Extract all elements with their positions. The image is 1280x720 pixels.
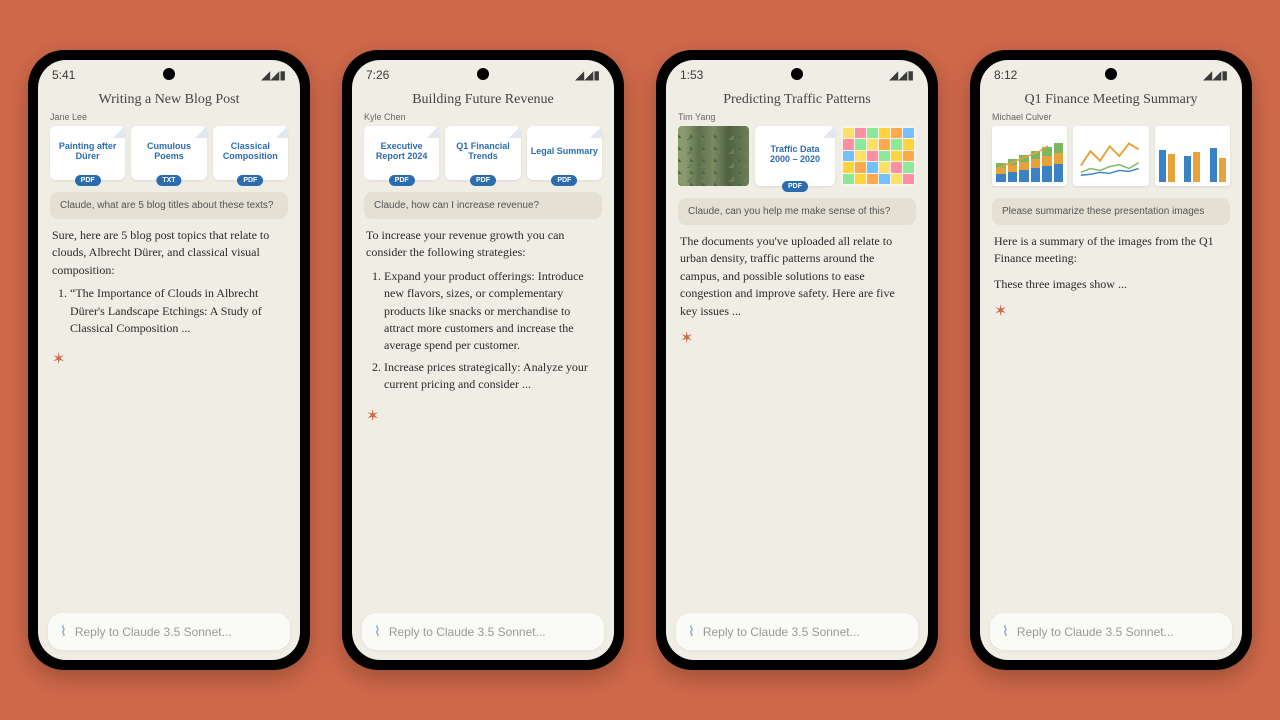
response-text: Here is a summary of the images from the…	[994, 233, 1228, 268]
user-prompt: Claude, how can I increase revenue?	[364, 192, 602, 219]
user-prompt: Claude, what are 5 blog titles about the…	[50, 192, 288, 219]
doc-title: Classical Composition	[217, 141, 284, 161]
doc-title: Cumulous Poems	[135, 141, 202, 161]
user-prompt: Please summarize these presentation imag…	[992, 198, 1230, 225]
attachment-row	[980, 126, 1242, 194]
attachment-image-stickynotes[interactable]	[841, 126, 916, 186]
response-text: These three images show ...	[994, 276, 1228, 293]
loading-star-icon: ✶	[38, 341, 300, 377]
page-title: Q1 Finance Meeting Summary	[980, 86, 1242, 112]
attachment-doc[interactable]: Q1 Financial Trends PDF	[445, 126, 520, 180]
attachment-icon[interactable]: ⌇	[60, 623, 67, 640]
input-placeholder: Reply to Claude 3.5 Sonnet...	[75, 625, 232, 639]
phone-mockup-3: 1:53 ◢◢▮ Predicting Traffic Patterns Tim…	[656, 50, 938, 670]
camera-cutout	[1105, 68, 1117, 80]
attachment-row: Executive Report 2024 PDF Q1 Financial T…	[352, 126, 614, 188]
status-icons: ◢◢▮	[261, 68, 286, 82]
app-screen: 5:41 ◢◢▮ Writing a New Blog Post Jane Le…	[38, 60, 300, 660]
response-text: Sure, here are 5 blog post topics that r…	[52, 227, 286, 279]
response-list-item: Increase prices strategically: Analyze y…	[384, 359, 600, 394]
attachment-row: Traffic Data 2000 – 2020 PDF	[666, 126, 928, 194]
attachment-doc[interactable]: Traffic Data 2000 – 2020 PDF	[755, 126, 834, 186]
author-label: Jane Lee	[38, 112, 300, 126]
page-title: Building Future Revenue	[352, 86, 614, 112]
attachment-image-aerial[interactable]	[678, 126, 749, 186]
status-icons: ◢◢▮	[575, 68, 600, 82]
file-badge: PDF	[75, 175, 101, 186]
reply-input[interactable]: ⌇ Reply to Claude 3.5 Sonnet...	[48, 613, 290, 650]
attachment-doc[interactable]: Classical Composition PDF	[213, 126, 288, 180]
phone-mockup-1: 5:41 ◢◢▮ Writing a New Blog Post Jane Le…	[28, 50, 310, 670]
response-text: The documents you've uploaded all relate…	[680, 233, 914, 320]
reply-input[interactable]: ⌇ Reply to Claude 3.5 Sonnet...	[362, 613, 604, 650]
assistant-response: Sure, here are 5 blog post topics that r…	[38, 227, 300, 341]
doc-title: Executive Report 2024	[368, 141, 435, 161]
response-text: To increase your revenue growth you can …	[366, 227, 600, 262]
camera-cutout	[477, 68, 489, 80]
camera-cutout	[791, 68, 803, 80]
attachment-doc[interactable]: Executive Report 2024 PDF	[364, 126, 439, 180]
clock: 1:53	[680, 68, 703, 82]
attachment-row: Painting after Dürer PDF Cumulous Poems …	[38, 126, 300, 188]
attachment-doc[interactable]: Painting after Dürer PDF	[50, 126, 125, 180]
file-badge: PDF	[782, 181, 808, 192]
loading-star-icon: ✶	[980, 293, 1242, 329]
user-prompt: Claude, can you help me make sense of th…	[678, 198, 916, 225]
author-label: Kyle Chen	[352, 112, 614, 126]
author-label: Michael Culver	[980, 112, 1242, 126]
doc-title: Painting after Dürer	[54, 141, 121, 161]
assistant-response: The documents you've uploaded all relate…	[666, 233, 928, 320]
file-badge: PDF	[470, 175, 496, 186]
clock: 5:41	[52, 68, 75, 82]
reply-input[interactable]: ⌇ Reply to Claude 3.5 Sonnet...	[676, 613, 918, 650]
phone-mockup-4: 8:12 ◢◢▮ Q1 Finance Meeting Summary Mich…	[970, 50, 1252, 670]
status-icons: ◢◢▮	[889, 68, 914, 82]
attachment-icon[interactable]: ⌇	[1002, 623, 1009, 640]
input-placeholder: Reply to Claude 3.5 Sonnet...	[389, 625, 546, 639]
file-badge: PDF	[551, 175, 577, 186]
attachment-doc[interactable]: Legal Summary PDF	[527, 126, 602, 180]
clock: 8:12	[994, 68, 1017, 82]
file-badge: TXT	[156, 175, 181, 186]
response-list-item: “The Importance of Clouds in Albrecht Dü…	[70, 285, 286, 337]
attachment-icon[interactable]: ⌇	[688, 623, 695, 640]
clock: 7:26	[366, 68, 389, 82]
input-placeholder: Reply to Claude 3.5 Sonnet...	[1017, 625, 1174, 639]
attachment-chart-grouped-bar[interactable]	[1155, 126, 1230, 186]
attachment-chart-line[interactable]	[1073, 126, 1148, 186]
app-screen: 7:26 ◢◢▮ Building Future Revenue Kyle Ch…	[352, 60, 614, 660]
assistant-response: To increase your revenue growth you can …	[352, 227, 614, 398]
doc-title: Q1 Financial Trends	[449, 141, 516, 161]
attachment-chart-stacked-bar[interactable]	[992, 126, 1067, 186]
loading-star-icon: ✶	[666, 320, 928, 356]
page-title: Predicting Traffic Patterns	[666, 86, 928, 112]
loading-star-icon: ✶	[352, 398, 614, 434]
page-title: Writing a New Blog Post	[38, 86, 300, 112]
camera-cutout	[163, 68, 175, 80]
response-list-item: Expand your product offerings: Introduce…	[384, 268, 600, 355]
attachment-doc[interactable]: Cumulous Poems TXT	[131, 126, 206, 180]
file-badge: PDF	[389, 175, 415, 186]
app-screen: 1:53 ◢◢▮ Predicting Traffic Patterns Tim…	[666, 60, 928, 660]
assistant-response: Here is a summary of the images from the…	[980, 233, 1242, 293]
author-label: Tim Yang	[666, 112, 928, 126]
attachment-icon[interactable]: ⌇	[374, 623, 381, 640]
file-badge: PDF	[237, 175, 263, 186]
input-placeholder: Reply to Claude 3.5 Sonnet...	[703, 625, 860, 639]
doc-title: Legal Summary	[531, 146, 598, 156]
status-icons: ◢◢▮	[1203, 68, 1228, 82]
app-screen: 8:12 ◢◢▮ Q1 Finance Meeting Summary Mich…	[980, 60, 1242, 660]
doc-title: Traffic Data 2000 – 2020	[759, 144, 830, 164]
reply-input[interactable]: ⌇ Reply to Claude 3.5 Sonnet...	[990, 613, 1232, 650]
phone-mockup-2: 7:26 ◢◢▮ Building Future Revenue Kyle Ch…	[342, 50, 624, 670]
